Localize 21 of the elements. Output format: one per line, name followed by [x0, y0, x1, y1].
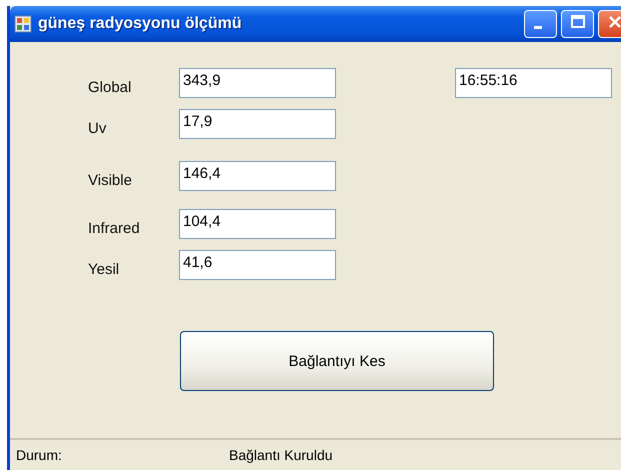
reading-label: Infrared — [88, 218, 141, 236]
minimize-icon — [534, 26, 542, 28]
reading-field[interactable]: 41,6 — [179, 250, 336, 280]
maximize-icon — [570, 14, 586, 30]
reading-field[interactable]: 104,4 — [179, 209, 336, 239]
app-icon — [14, 15, 32, 33]
close-icon — [606, 14, 621, 30]
maximize-button[interactable] — [561, 10, 594, 38]
reading-field[interactable]: 17,9 — [179, 109, 336, 139]
reading-label: Global — [88, 78, 132, 96]
status-label: Durum: — [16, 447, 63, 463]
disconnect-button[interactable]: Bağlantıyı Kes — [180, 331, 494, 391]
window-title: güneş radyosyonu ölçümü — [38, 15, 242, 33]
time-field[interactable]: 16:55:16 — [455, 68, 612, 98]
status-text: Bağlantı Kuruldu — [229, 447, 333, 463]
reading-label: Yesil — [88, 260, 120, 278]
minimize-button[interactable] — [524, 10, 557, 38]
reading-label: Visible — [88, 170, 133, 188]
reading-label: Uv — [88, 118, 108, 136]
reading-field[interactable]: 343,9 — [179, 68, 336, 98]
reading-field[interactable]: 146,4 — [179, 161, 336, 191]
